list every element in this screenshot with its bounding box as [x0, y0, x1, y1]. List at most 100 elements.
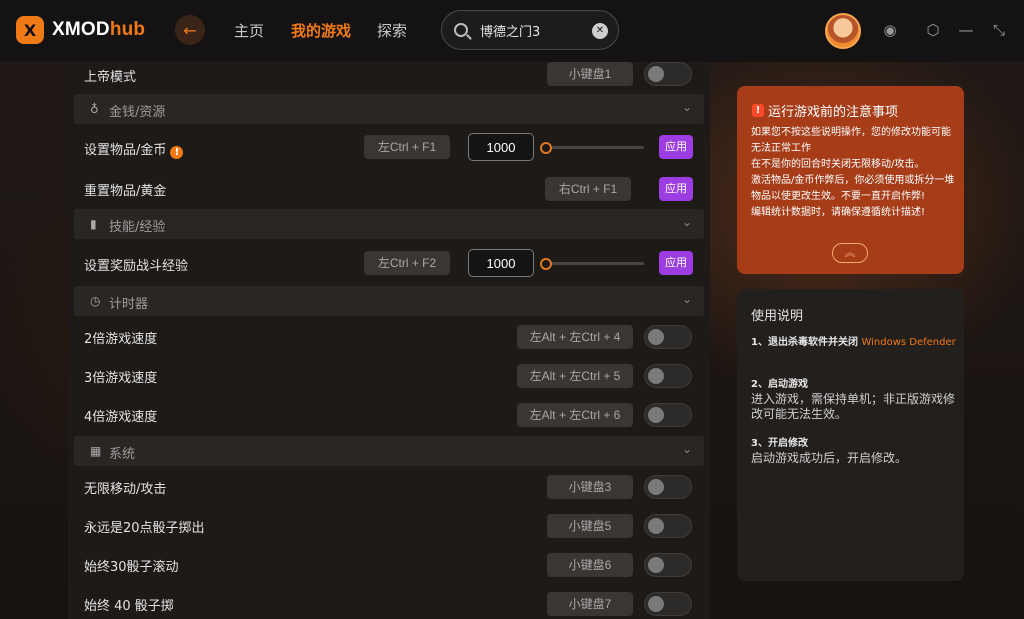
notice-line: 激活物品/金币作弊后，你必须使用或拆分一堆物品以使更改生效。不要一直开启作弊! [751, 175, 955, 202]
chevron-down-icon[interactable]: ⌄ [682, 442, 692, 456]
timer-icon: ◷ [90, 294, 101, 308]
mod-toggle[interactable] [644, 592, 692, 616]
usage-guide-card: 使用说明 1、退出杀毒软件并关闭 Windows Defender 2、启动游戏… [737, 289, 964, 581]
guide-step-1: 1、退出杀毒软件并关闭 Windows Defender [751, 337, 956, 348]
mod-label: 无限移动/攻击 [84, 482, 167, 497]
value-slider[interactable] [544, 262, 644, 265]
value-input[interactable] [468, 133, 534, 161]
section-skills[interactable]: ▮ 技能/经验 ⌄ [74, 209, 704, 239]
section-title: 计时器 [109, 297, 149, 312]
search-icon [454, 23, 468, 37]
hotkey-badge[interactable]: 左Alt + 左Ctrl + 6 [517, 403, 633, 427]
mod-label: 上帝模式 [84, 70, 137, 85]
notice-line: 编辑统计数据时，请确保遵循统计描述! [751, 207, 926, 218]
mod-toggle[interactable] [644, 403, 692, 427]
minimize-icon[interactable]: — [958, 22, 974, 38]
mod-label: 始终 40 骰子掷 [84, 599, 174, 614]
mod-label: 重置物品/黄金 [84, 184, 167, 199]
hotkey-badge[interactable]: 左Ctrl + F1 [364, 135, 450, 159]
mod-label: 始终30骰子滚动 [84, 560, 179, 575]
hotkey-badge[interactable]: 右Ctrl + F1 [545, 177, 631, 201]
mod-toggle[interactable] [644, 514, 692, 538]
mod-row-speed-3x: 3倍游戏速度 左Alt + 左Ctrl + 5 [68, 357, 710, 393]
avatar[interactable] [825, 13, 861, 49]
mod-label: 2倍游戏速度 [84, 332, 158, 347]
mod-list-panel[interactable]: 上帝模式 小键盘1 ♁ 金钱/资源 ⌄ 设置物品/金币! 左Ctrl + F1 … [68, 62, 710, 619]
guide-step-2: 2、启动游戏 进入游戏，需保持单机；非正版游戏修改可能无法生效。 [751, 379, 956, 421]
grid-icon: ▦ [90, 444, 102, 458]
mod-label: 设置物品/金币! [84, 139, 184, 159]
warning-icon: ! [752, 104, 764, 117]
apply-button[interactable]: 应用 [659, 135, 693, 159]
search-input[interactable] [480, 22, 590, 38]
chevron-up-double-icon: ︽ [844, 246, 856, 259]
hotkey-badge[interactable]: 小键盘5 [547, 514, 633, 538]
nav-explore[interactable]: 探索 [377, 20, 407, 41]
notice-title: ! 运行游戏前的注意事项 [752, 101, 898, 120]
mod-row-set-items: 设置物品/金币! 左Ctrl + F1 应用 [68, 129, 710, 165]
guide-step-3: 3、开启修改 启动游戏成功后，开启修改。 [751, 438, 908, 465]
hotkey-badge[interactable]: 左Ctrl + F2 [364, 251, 450, 275]
mod-row-infinite-move: 无限移动/攻击 小键盘3 [68, 468, 710, 504]
value-slider[interactable] [544, 146, 644, 149]
hotkey-badge[interactable]: 小键盘6 [547, 553, 633, 577]
top-bar: X XMODhub ← 主页 我的游戏 探索 ✕ ◉ ⬡ — ⤡ [0, 0, 1024, 62]
notice-line: 如果您不按这些说明操作，您的修改功能可能无法正常工作 [751, 127, 951, 154]
notice-card: ! 运行游戏前的注意事项 如果您不按这些说明操作，您的修改功能可能无法正常工作 … [737, 86, 964, 274]
mod-row-dice-30: 始终30骰子滚动 小键盘6 [68, 546, 710, 582]
info-icon[interactable]: ! [170, 146, 184, 159]
section-title: 金钱/资源 [109, 105, 166, 120]
mod-toggle[interactable] [644, 475, 692, 499]
clear-search-icon[interactable]: ✕ [592, 23, 608, 39]
logo-text: XMODhub [52, 19, 146, 40]
windows-defender-link: Windows Defender [861, 337, 956, 348]
shrink-icon[interactable]: ⤡ [991, 22, 1007, 38]
search-box[interactable]: ✕ [441, 10, 619, 50]
value-input[interactable] [468, 249, 534, 277]
logo-icon: X [16, 16, 44, 44]
chevron-down-icon[interactable]: ⌄ [682, 292, 692, 306]
bell-icon[interactable]: ◉ [882, 22, 898, 38]
notice-body: 如果您不按这些说明操作，您的修改功能可能无法正常工作 在不是你的回合时关闭无限移… [751, 125, 956, 221]
apply-button[interactable]: 应用 [659, 251, 693, 275]
slider-thumb[interactable] [540, 258, 552, 270]
guide-title: 使用说明 [751, 309, 804, 324]
section-timer[interactable]: ◷ 计时器 ⌄ [74, 286, 704, 316]
mod-toggle[interactable] [644, 553, 692, 577]
hotkey-badge[interactable]: 小键盘7 [547, 592, 633, 616]
mod-toggle[interactable] [644, 62, 692, 86]
nav-my-games[interactable]: 我的游戏 [291, 20, 351, 41]
hotkey-badge[interactable]: 左Alt + 左Ctrl + 5 [517, 364, 633, 388]
apply-button[interactable]: 应用 [659, 177, 693, 201]
hotkey-badge[interactable]: 小键盘1 [547, 62, 633, 86]
bar-chart-icon: ▮ [90, 217, 97, 231]
settings-icon[interactable]: ⬡ [925, 22, 941, 38]
back-button[interactable]: ← [175, 15, 205, 45]
mod-row-dice-40: 始终 40 骰子掷 小键盘7 [68, 585, 710, 619]
nav-home[interactable]: 主页 [234, 20, 264, 41]
collapse-button[interactable]: ︽ [832, 243, 868, 263]
mod-row-god-mode: 上帝模式 小键盘1 [68, 62, 710, 92]
arrow-left-icon: ← [183, 20, 197, 40]
mod-label: 3倍游戏速度 [84, 371, 158, 386]
slider-thumb[interactable] [540, 142, 552, 154]
mod-row-speed-2x: 2倍游戏速度 左Alt + 左Ctrl + 4 [68, 318, 710, 354]
mod-toggle[interactable] [644, 364, 692, 388]
mod-row-speed-4x: 4倍游戏速度 左Alt + 左Ctrl + 6 [68, 396, 710, 432]
mod-label: 永远是20点骰子掷出 [84, 521, 205, 536]
notice-line: 在不是你的回合时关闭无限移动/攻击。 [751, 159, 925, 170]
section-title: 系统 [109, 447, 136, 462]
hotkey-badge[interactable]: 小键盘3 [547, 475, 633, 499]
section-title: 技能/经验 [109, 220, 166, 235]
mod-label: 设置奖励战斗经验 [84, 259, 189, 274]
hotkey-badge[interactable]: 左Alt + 左Ctrl + 4 [517, 325, 633, 349]
app-logo[interactable]: X XMODhub [16, 16, 145, 44]
section-money[interactable]: ♁ 金钱/资源 ⌄ [74, 94, 704, 124]
chevron-down-icon[interactable]: ⌄ [682, 100, 692, 114]
mod-row-reset-gold: 重置物品/黄金 右Ctrl + F1 应用 [68, 170, 710, 206]
mod-label: 4倍游戏速度 [84, 410, 158, 425]
mod-toggle[interactable] [644, 325, 692, 349]
chevron-down-icon[interactable]: ⌄ [682, 215, 692, 229]
money-bag-icon: ♁ [90, 102, 99, 116]
section-system[interactable]: ▦ 系统 ⌄ [74, 436, 704, 466]
